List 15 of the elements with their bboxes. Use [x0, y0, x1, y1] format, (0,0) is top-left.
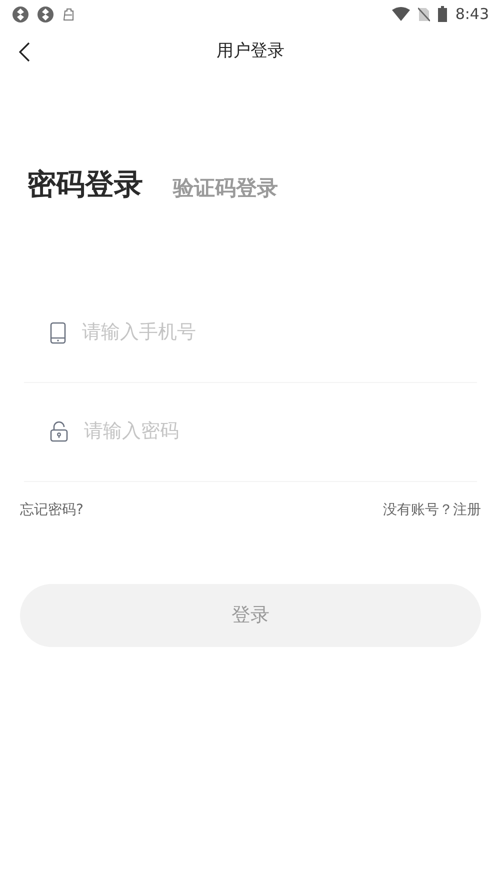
app-notification-icon [12, 6, 29, 22]
padlock-icon [50, 421, 68, 442]
clipboard-icon [62, 8, 75, 20]
app-notification-icon [37, 6, 54, 22]
input-field[interactable]: 请输入手机号 [82, 318, 477, 347]
battery-icon [438, 6, 448, 22]
register-link[interactable]: 没有账号？注册 [383, 500, 481, 520]
page-title: 用户登录 [216, 40, 284, 64]
no-sim-icon [418, 6, 430, 22]
wifi-icon [392, 7, 410, 21]
status-time: 8:43 [455, 4, 489, 25]
input-field[interactable]: 请输入密码 [84, 417, 477, 446]
login-tab[interactable]: 密码登录 [27, 163, 143, 206]
forgot-password-link[interactable]: 忘记密码? [20, 500, 84, 520]
phone-icon [50, 322, 66, 344]
